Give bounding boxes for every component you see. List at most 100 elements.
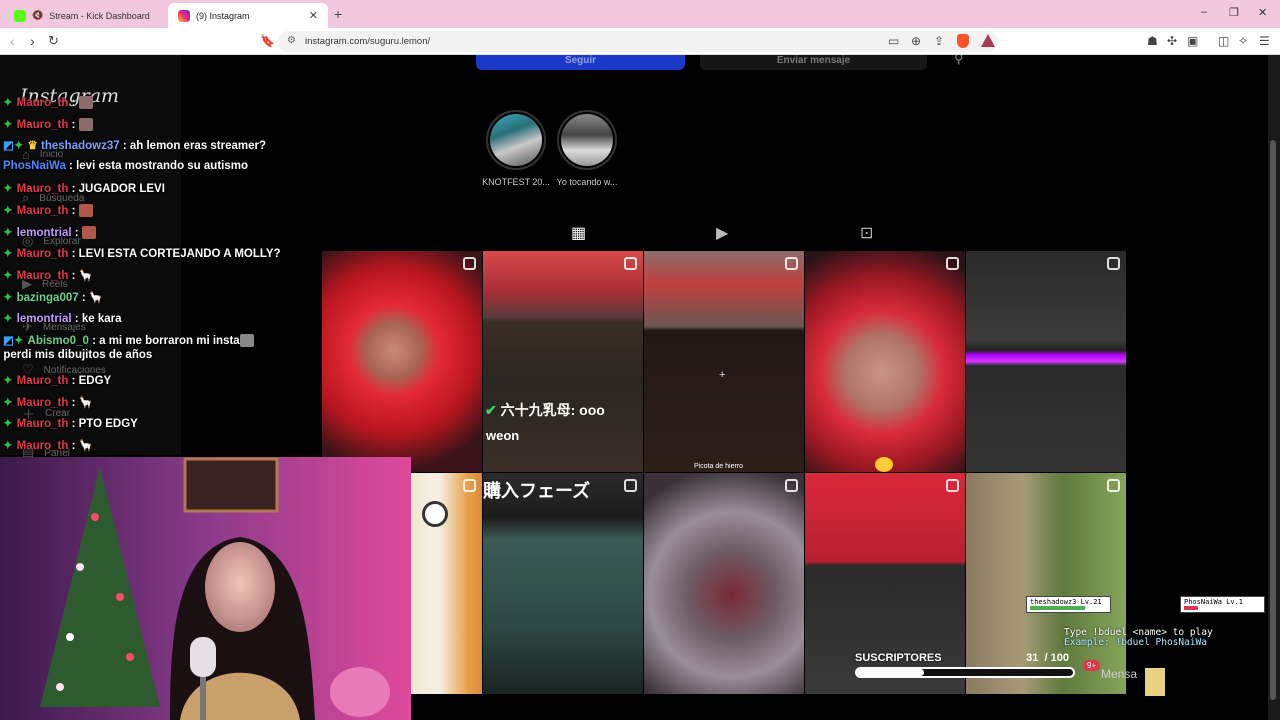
reload-icon[interactable]: ↻ (48, 33, 59, 49)
duel-instructions: Type !bduel <name> to play Example: !bdu… (1064, 627, 1213, 648)
post-2[interactable]: ✔ 六十九乳母: ooo weon (483, 251, 643, 472)
forward-icon[interactable]: › (30, 33, 35, 49)
emote-icon (81, 226, 96, 240)
highlight-label: Yo tocando w... (556, 177, 618, 187)
microphone (190, 637, 216, 677)
badge-icon: ✦ (13, 335, 24, 347)
emote-icon: 🦙 (78, 440, 93, 452)
brave-shields-icon[interactable] (957, 34, 969, 48)
chat-text: PTO EDGY (78, 418, 138, 430)
maximize-button[interactable]: ❐ (1229, 6, 1239, 19)
post-caption: 購入フェーズ (483, 481, 591, 501)
close-window-button[interactable]: ✕ (1258, 6, 1267, 19)
webcam-scene (0, 457, 411, 720)
menu-icon[interactable]: ☰ (1259, 34, 1270, 48)
chat-username: Mauro_th (16, 270, 69, 282)
post-5[interactable] (966, 251, 1126, 472)
badge-icon: ✦ (3, 418, 13, 430)
reel-icon (785, 479, 798, 492)
cast-icon[interactable]: ▭ (888, 34, 899, 48)
post-4[interactable] (805, 251, 965, 472)
chat-username: lemontrial (16, 313, 72, 325)
chat-message: ✦ Mauro_th : 🦙 (3, 397, 93, 409)
player2-hp: PhosNaiWa Lv.1 (1180, 596, 1265, 613)
post-7[interactable]: 購入フェーズ (483, 473, 643, 694)
sidebar-icon[interactable]: ◫ (1218, 34, 1229, 48)
chat-message: ✦ Mauro_th : 🦙 (3, 270, 93, 282)
tab-kick-dashboard[interactable]: 🔇 Stream - Kick Dashboard (4, 3, 168, 28)
subs-count: 31 / 100 (1026, 652, 1069, 664)
player1-hp: theshadowz3 Lv.21 (1026, 596, 1111, 613)
chat-username: lemontrial (16, 227, 72, 239)
zoom-icon[interactable]: ⊕ (911, 34, 921, 48)
tab-instagram[interactable]: (9) Instagram ✕ (168, 3, 328, 28)
chat-username: Mauro_th (16, 397, 69, 409)
reel-icon (946, 479, 959, 492)
badge-icon: ✦ (3, 205, 13, 217)
follow-button[interactable]: Seguir (476, 55, 685, 70)
chat-username: Mauro_th (16, 248, 69, 260)
emote-icon: 🦙 (78, 270, 93, 282)
site-info-icon[interactable]: ⚙ (287, 35, 296, 46)
extension-icon[interactable]: ☗ (1147, 34, 1158, 48)
mute-icon[interactable]: 🔇 (32, 10, 43, 21)
brave-rewards-icon[interactable] (981, 34, 995, 47)
grid-tab-icon[interactable]: ▦ (571, 223, 586, 243)
badge-icon: ✦ (3, 183, 13, 195)
emote-icon (78, 204, 93, 218)
badge-icon: ✦ (3, 397, 13, 409)
emote-icon (239, 334, 254, 348)
leo-ai-icon[interactable]: ✧ (1238, 34, 1248, 48)
bookmark-icon[interactable]: 🔖 (260, 34, 275, 48)
crosshair-icon: + (719, 369, 726, 381)
share-icon[interactable]: ⇪ (934, 34, 944, 48)
badge-icon: ✦ (3, 248, 13, 260)
reader-icon[interactable]: ▣ (1187, 34, 1198, 48)
post-8[interactable] (644, 473, 804, 694)
send-message-button[interactable]: Enviar mensaje (700, 55, 927, 70)
emote-icon (78, 118, 93, 132)
highlight-knotfest[interactable]: KNOTFEST 20... (476, 110, 556, 187)
chat-message: PhosNaiWa : levi esta mostrando su autis… (3, 160, 248, 172)
post-3[interactable]: Picota de hierro + (644, 251, 804, 472)
chat-text: ke kara (81, 313, 122, 325)
emote-icon: 🦙 (78, 397, 93, 409)
minimize-button[interactable]: – (1201, 6, 1207, 18)
chat-username: theshadowz37 (41, 140, 120, 152)
post-caption: weon (486, 428, 520, 443)
suggested-users-icon[interactable]: ⚲ (954, 55, 964, 67)
puzzle-icon[interactable]: ✣ (1167, 34, 1177, 48)
badge-icon: ✦ (3, 119, 13, 131)
chat-text: levi esta mostrando su autismo (76, 160, 248, 172)
highlight-label: KNOTFEST 20... (482, 177, 550, 187)
browser-toolbar: ‹ › ↻ 🔖 ⚙ instagram.com/suguru.lemon/ ▭ … (0, 28, 1280, 55)
chat-message: ✦ Mauro_th : EDGY (3, 375, 112, 387)
chat-text: LEVI ESTA CORTEJANDO A MOLLY? (78, 248, 281, 260)
notification-badge: 9+ (1083, 660, 1101, 671)
chat-message: ✦ Mauro_th : (3, 203, 93, 218)
post-1[interactable] (322, 251, 482, 472)
tagged-tab-icon[interactable]: ⊡ (860, 223, 873, 243)
badge-icon: ✦ (3, 313, 13, 325)
chat-message: ✦ Mauro_th : LEVI ESTA CORTEJANDO A MOLLY… (3, 248, 281, 260)
badge-icon: ✦ (3, 375, 13, 387)
chat-username: Mauro_th (16, 119, 69, 131)
chat-text: JUGADOR LEVI (78, 183, 165, 195)
chat-username: Mauro_th (16, 183, 69, 195)
scrollbar-thumb[interactable] (1270, 140, 1276, 700)
subs-progress-fill (857, 669, 924, 676)
chat-text: a mi me borraron mi insta (99, 335, 240, 347)
close-tab-icon[interactable]: ✕ (309, 9, 318, 22)
reels-tab-icon[interactable]: ▶ (716, 223, 728, 243)
chat-message: ✦ Mauro_th : (3, 95, 93, 110)
emote-icon (78, 96, 93, 110)
instagram-favicon-icon (178, 9, 190, 22)
reel-icon (463, 257, 476, 270)
post-caption: Picota de hierro (694, 463, 744, 470)
highlight-yo-tocando[interactable]: Yo tocando w... (547, 110, 627, 187)
back-icon[interactable]: ‹ (10, 33, 15, 49)
tab-title: Stream - Kick Dashboard (49, 10, 150, 21)
new-tab-button[interactable]: + (334, 6, 342, 22)
post-6[interactable] (410, 473, 482, 694)
reel-icon (463, 479, 476, 492)
